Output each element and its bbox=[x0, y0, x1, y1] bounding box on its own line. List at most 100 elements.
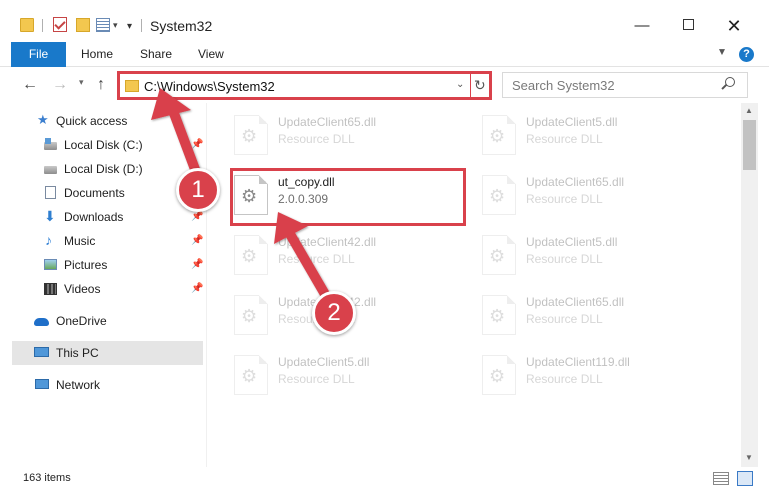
computer-icon bbox=[34, 347, 49, 357]
sidebar-item-label: Local Disk (C:) bbox=[64, 138, 143, 152]
gear-icon: ⚙ bbox=[241, 306, 258, 326]
sidebar-item-label: This PC bbox=[56, 346, 99, 360]
sidebar-item-this-pc[interactable]: This PC bbox=[12, 341, 203, 365]
sidebar-item-label: Network bbox=[56, 378, 101, 392]
file-item[interactable]: ⚙ UpdateClient5.dll Resource DLL bbox=[224, 347, 456, 401]
address-separator bbox=[470, 74, 471, 97]
folder-icon bbox=[125, 80, 139, 92]
properties-icon[interactable] bbox=[96, 18, 110, 32]
dll-file-icon: ⚙ bbox=[482, 235, 516, 275]
toolbar-separator bbox=[42, 19, 43, 32]
sidebar-item-music[interactable]: ♪ Music 📌 bbox=[0, 229, 205, 253]
up-arrow-icon[interactable]: ↑ bbox=[97, 76, 105, 94]
vertical-scrollbar[interactable]: ▲ ▼ bbox=[741, 103, 758, 467]
tab-share[interactable]: Share bbox=[140, 42, 172, 67]
pin-icon[interactable]: 📌 bbox=[191, 235, 203, 246]
sidebar-item-downloads[interactable]: ⬇ Downloads 📌 bbox=[0, 205, 205, 229]
search-icon[interactable] bbox=[725, 77, 735, 87]
tab-file[interactable]: File bbox=[11, 42, 66, 67]
close-button[interactable]: ✕ bbox=[711, 12, 757, 40]
gear-icon: ⚙ bbox=[489, 366, 506, 386]
step-marker-2: 2 bbox=[312, 291, 356, 335]
forward-arrow-icon[interactable]: → bbox=[52, 76, 68, 94]
file-description: Resource DLL bbox=[526, 132, 603, 146]
tab-home[interactable]: Home bbox=[81, 42, 113, 67]
sidebar-item-label: Documents bbox=[64, 186, 125, 200]
scroll-down-arrow-icon[interactable]: ▼ bbox=[745, 453, 753, 462]
file-name: UpdateClient5.dll bbox=[526, 115, 618, 129]
details-view-icon[interactable] bbox=[713, 472, 729, 485]
gear-icon: ⚙ bbox=[489, 126, 506, 146]
scroll-up-arrow-icon[interactable]: ▲ bbox=[745, 106, 753, 115]
minimize-button[interactable]: — bbox=[619, 12, 665, 40]
file-item[interactable]: ⚙ UpdateClient5.dll Resource DLL bbox=[472, 227, 704, 281]
sidebar-item-onedrive[interactable]: OneDrive bbox=[0, 309, 205, 333]
dll-file-icon: ⚙ bbox=[234, 115, 268, 155]
expand-ribbon-chevron-icon[interactable]: ▴ bbox=[719, 46, 725, 60]
gear-icon: ⚙ bbox=[241, 126, 258, 146]
search-input[interactable]: Search System32 bbox=[502, 72, 748, 98]
address-dropdown-chevron-icon[interactable]: ⌄ bbox=[456, 79, 464, 90]
file-item[interactable]: ⚙ UpdateClient65.dll Resource DLL bbox=[472, 287, 704, 341]
file-name: UpdateClient65.dll bbox=[526, 175, 625, 189]
sidebar-item-quick-access[interactable]: ★ Quick access bbox=[0, 109, 205, 133]
tab-view[interactable]: View bbox=[198, 42, 224, 67]
sidebar-item-label: Pictures bbox=[64, 258, 108, 272]
file-description: Resource DLL bbox=[526, 192, 603, 206]
properties-check-icon[interactable] bbox=[53, 17, 67, 32]
dll-file-icon: ⚙ bbox=[482, 295, 516, 335]
search-placeholder: Search System32 bbox=[512, 78, 615, 93]
pane-divider[interactable] bbox=[206, 103, 207, 467]
pin-icon[interactable]: 📌 bbox=[191, 259, 203, 270]
file-item[interactable]: ⚙ UpdateClient65.dll Resource DLL bbox=[472, 167, 704, 221]
sidebar-item-local-disk-d[interactable]: Local Disk (D:) bbox=[0, 157, 205, 181]
cloud-icon bbox=[34, 318, 49, 326]
file-item[interactable]: ⚙ UpdateClient119.dll Resource DLL bbox=[472, 347, 704, 401]
file-item[interactable]: ⚙ UpdateClient5.dll Resource DLL bbox=[472, 107, 704, 161]
sidebar-item-pictures[interactable]: Pictures 📌 bbox=[0, 253, 205, 277]
pin-icon[interactable]: 📌 bbox=[191, 283, 203, 294]
help-icon[interactable]: ? bbox=[739, 47, 754, 62]
file-item[interactable]: ⚙ UpdateClient42.dll Resource DLL bbox=[224, 227, 456, 281]
recent-locations-chevron-icon[interactable]: ▾ bbox=[79, 77, 84, 88]
pin-icon[interactable]: 📌 bbox=[191, 139, 203, 150]
refresh-icon[interactable]: ↻ bbox=[474, 77, 486, 94]
file-name: UpdateClient5.dll bbox=[526, 235, 618, 249]
folder-icon[interactable] bbox=[20, 18, 34, 32]
sidebar-item-videos[interactable]: Videos 📌 bbox=[0, 277, 205, 301]
address-bar[interactable]: C:\Windows\System32 ⌄ ↻ bbox=[117, 71, 492, 100]
documents-icon bbox=[45, 186, 56, 199]
file-item[interactable]: ⚙ UpdateClient65.dll Resource DLL bbox=[224, 107, 456, 161]
scrollbar-thumb[interactable] bbox=[743, 120, 756, 170]
sidebar-item-label: Videos bbox=[64, 282, 101, 296]
customize-quick-access-icon[interactable]: ▾ bbox=[127, 21, 132, 32]
music-icon: ♪ bbox=[45, 232, 52, 248]
dll-file-icon: ⚙ bbox=[482, 115, 516, 155]
sidebar-item-label: Local Disk (D:) bbox=[64, 162, 143, 176]
windows-logo-icon bbox=[45, 138, 51, 144]
pin-icon[interactable]: 📌 bbox=[191, 211, 203, 222]
file-name: UpdateClient65.dll bbox=[278, 115, 377, 129]
disk-icon bbox=[44, 166, 57, 174]
dll-file-icon: ⚙ bbox=[234, 295, 268, 335]
sidebar-item-local-disk-c[interactable]: Local Disk (C:) 📌 bbox=[0, 133, 205, 157]
new-folder-icon[interactable] bbox=[76, 18, 90, 32]
sidebar-item-network[interactable]: Network bbox=[0, 373, 205, 397]
address-path[interactable]: C:\Windows\System32 bbox=[144, 79, 275, 94]
navigation-pane: ★ Quick access Local Disk (C:) 📌 Local D… bbox=[0, 103, 212, 467]
file-list: ⚙ UpdateClient65.dll Resource DLL ⚙ Upda… bbox=[212, 103, 741, 467]
maximize-button[interactable] bbox=[665, 12, 711, 40]
file-name: UpdateClient65.dll bbox=[526, 295, 625, 309]
file-name: UpdateClient119.dll bbox=[526, 355, 630, 369]
back-arrow-icon[interactable]: ← bbox=[22, 76, 38, 94]
sidebar-item-documents[interactable]: Documents 📌 bbox=[0, 181, 205, 205]
ribbon-tabs: File Home Share View ▴ ? bbox=[0, 42, 769, 67]
network-icon bbox=[35, 379, 49, 389]
dll-file-icon: ⚙ bbox=[482, 175, 516, 215]
file-name: UpdateClient5.dll bbox=[278, 355, 370, 369]
download-icon: ⬇ bbox=[44, 208, 56, 224]
chevron-down-icon[interactable]: ▾ bbox=[113, 20, 118, 31]
videos-icon bbox=[44, 283, 57, 295]
gear-icon: ⚙ bbox=[241, 366, 258, 386]
large-icons-view-icon[interactable] bbox=[737, 471, 753, 486]
